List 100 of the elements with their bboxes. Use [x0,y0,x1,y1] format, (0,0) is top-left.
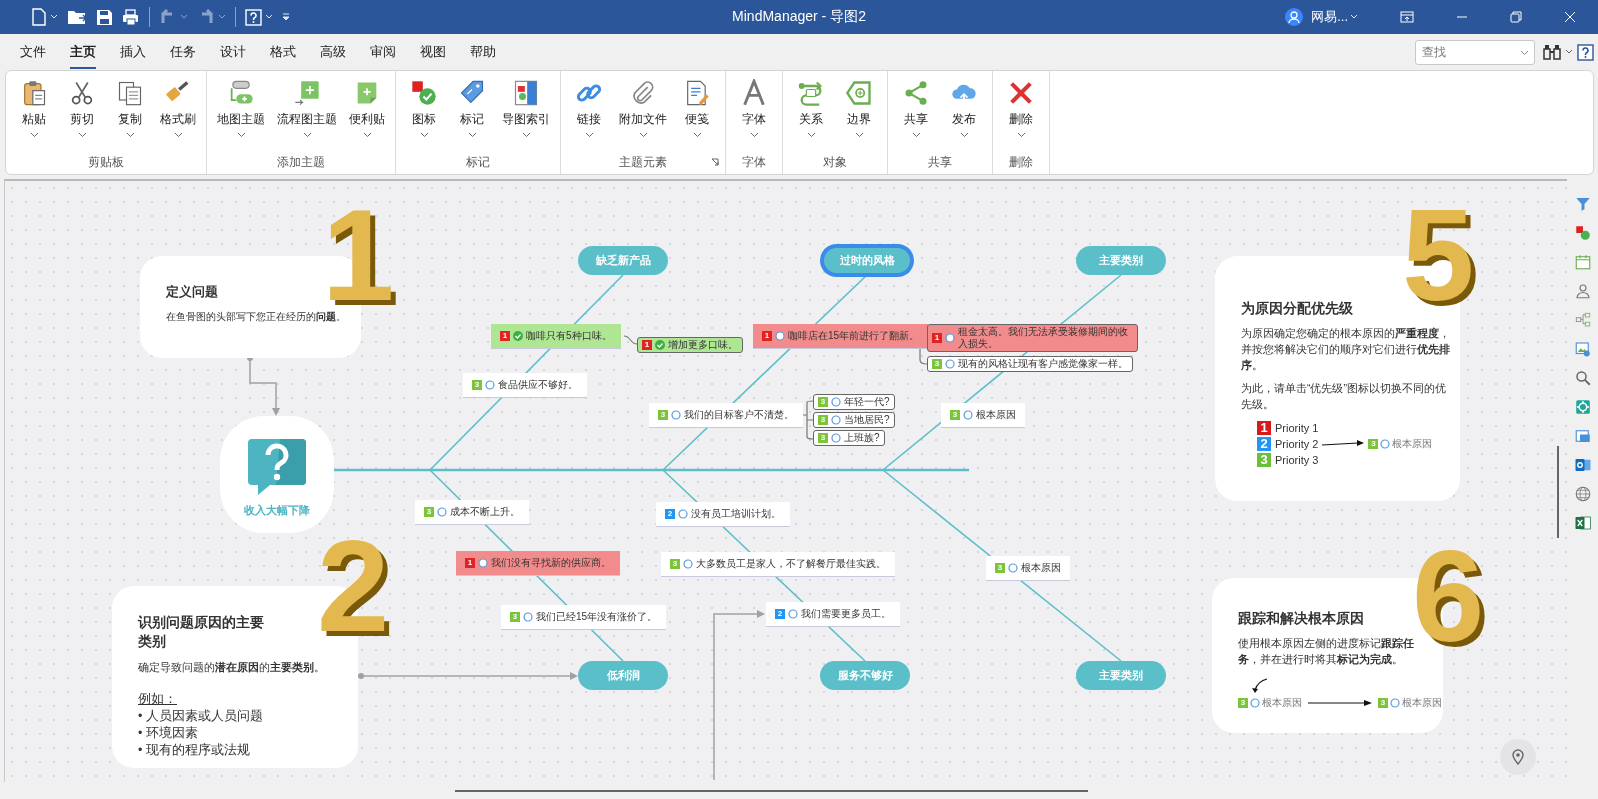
menu-tab[interactable]: 高级 [320,35,346,69]
ribbon-button[interactable]: 剪切 [58,71,106,150]
ribbon-button[interactable]: 复制 [106,71,154,150]
progress-circle-icon[interactable] [485,380,495,390]
ribbon-button[interactable]: 流程图主题 [271,71,343,150]
caret-icon[interactable] [236,132,246,138]
caret-icon[interactable] [521,132,531,138]
caret-icon[interactable] [806,132,816,138]
caret-icon[interactable] [173,132,183,138]
ribbon-button[interactable]: 便利贴 [343,71,391,150]
ribbon-button[interactable]: 标记 [448,71,496,150]
topic-node[interactable]: 3 我们的目标客户不清楚。 [649,403,803,428]
search-icon[interactable] [1573,369,1592,387]
caret-icon[interactable] [362,132,372,138]
caret-icon[interactable] [638,132,648,138]
caret-icon[interactable] [1565,49,1573,55]
help-icon[interactable] [1577,43,1594,61]
progress-circle-icon[interactable] [683,559,693,569]
close-icon[interactable] [1564,11,1576,23]
caret-icon[interactable] [854,132,864,138]
topic-node[interactable]: 3 食品供应不够好。 [463,373,587,398]
topic-node[interactable]: 1 我们没有寻找新的供应商。 [456,551,620,576]
menu-tab[interactable]: 任务 [170,35,196,69]
caret-icon[interactable] [125,132,135,138]
calendar-icon[interactable] [1573,253,1592,271]
topic-node[interactable]: 1 咖啡店在15年前进行了翻新。 [753,324,929,349]
ribbon-button[interactable]: 边界 [835,71,883,150]
location-button[interactable] [1500,739,1536,775]
menu-tab[interactable]: 插入 [120,35,146,69]
topic-node[interactable]: 3 根本原因 [941,403,1025,428]
ribbon-display-icon[interactable] [1400,11,1414,23]
progress-circle-icon[interactable] [1380,438,1391,449]
topic-node[interactable]: 3 年轻一代? [813,394,895,410]
user-name[interactable]: 网易... [1311,8,1348,26]
print-icon[interactable] [122,8,140,26]
ribbon-button[interactable]: 共享 [892,71,940,150]
progress-circle-icon[interactable] [1250,697,1260,708]
binoculars-icon[interactable] [1543,43,1561,61]
save-icon[interactable] [96,8,113,26]
caret-icon[interactable] [467,132,477,138]
window-icon[interactable] [1573,427,1592,445]
topic-node[interactable]: 2 没有员工培训计划。 [656,502,790,527]
person-icon[interactable] [1573,282,1592,300]
caret-icon[interactable] [692,132,702,138]
restore-icon[interactable] [1510,11,1522,23]
topic-node[interactable]: 1 租金太高。我们无法承受装修期间的收入损失。 [927,324,1138,352]
progress-circle-icon[interactable] [671,410,681,420]
progress-circle-icon[interactable] [1008,563,1018,573]
topic-node[interactable]: 1 咖啡只有5种口味。 [491,324,621,349]
caret-icon[interactable] [749,132,759,138]
globe-icon[interactable] [1573,485,1592,503]
progress-circle-icon[interactable] [963,410,973,420]
caret-icon[interactable] [419,132,429,138]
topic-node[interactable]: 1 增加更多口味。 [637,337,743,353]
ribbon-button[interactable]: 图标 [400,71,448,150]
topic-node[interactable]: 3 当地居民? [813,412,895,428]
menu-tab[interactable]: 文件 [20,35,46,69]
topic-node[interactable]: 3 现有的风格让现有客户感觉像家一样。 [927,356,1133,372]
caret-icon[interactable] [29,132,39,138]
caret-icon[interactable] [911,132,921,138]
topic-node[interactable]: 3 大多数员工是家人，不了解餐厅最佳实践。 [661,552,895,577]
caret-icon[interactable] [1016,132,1026,138]
progress-circle-icon[interactable] [775,331,785,341]
progress-circle-icon[interactable] [945,359,955,369]
topic-node[interactable]: 3 成本不断上升。 [415,500,529,525]
topic-node[interactable]: 3 根本原因 [1238,695,1302,710]
progress-circle-icon[interactable] [831,397,841,407]
caret-icon[interactable] [959,132,969,138]
tree-icon[interactable] [1573,311,1592,329]
menu-tab[interactable]: 格式 [270,35,296,69]
ribbon-button[interactable]: 地图主题 [211,71,271,150]
ribbon-button[interactable]: 发布 [940,71,988,150]
menu-tab[interactable]: 帮助 [470,35,496,69]
topic-node[interactable]: 3 我们已经15年没有涨价了。 [501,605,667,630]
progress-circle-icon[interactable] [788,609,798,619]
ribbon-button[interactable]: 附加文件 [613,71,673,150]
ribbon-button[interactable]: 便笺 [673,71,721,150]
open-folder-icon[interactable] [67,9,87,25]
progress-circle-icon[interactable] [478,558,488,568]
spreadsheet-icon[interactable] [1573,514,1592,532]
scrollbar-thumb[interactable] [455,790,1088,792]
check-icon[interactable] [513,331,523,341]
topic-node[interactable]: 3 上班族? [813,430,885,446]
target-icon[interactable] [1573,398,1592,416]
menu-tab[interactable]: 审阅 [370,35,396,69]
progress-circle-icon[interactable] [831,433,841,443]
progress-circle-icon[interactable] [523,612,533,622]
search-field[interactable]: 查找 [1415,39,1535,65]
dialog-launcher-icon[interactable] [711,158,719,166]
ribbon-button[interactable]: 链接 [565,71,613,150]
progress-circle-icon[interactable] [945,333,955,343]
customize-icon[interactable] [282,13,290,21]
ribbon-button[interactable]: 字体 [730,71,778,150]
caret-icon[interactable] [584,132,594,138]
image-icon[interactable] [1573,340,1592,358]
progress-circle-icon[interactable] [678,509,688,519]
user-icon[interactable] [1285,8,1304,26]
scrollbar-thumb[interactable] [1557,446,1559,538]
caret-icon[interactable] [180,14,188,20]
marker-icon[interactable] [1573,224,1592,242]
